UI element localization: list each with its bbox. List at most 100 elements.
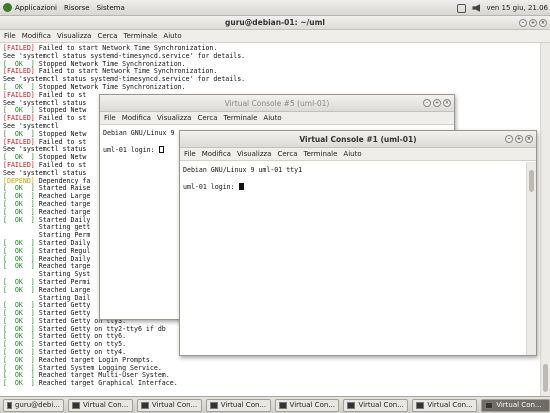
- terminal-line-text: See 'systemctl status: [3, 145, 87, 154]
- taskbar-item-label: Virtual Con...: [358, 401, 404, 409]
- console1-window[interactable]: Virtual Console #1 (uml-01) – + × File M…: [179, 130, 537, 356]
- console1-menubar: File Modifica Visualizza Cerca Terminale…: [180, 148, 536, 161]
- status-tag: [ OK ]: [3, 379, 35, 388]
- status-tag: [ OK ]: [3, 82, 35, 91]
- status-tag: [ OK ]: [3, 371, 35, 380]
- terminal-line-text: Stopped Network Time Synchronization.: [34, 82, 186, 91]
- terminal-icon: [209, 401, 218, 409]
- menu-sistema[interactable]: Sistema: [97, 4, 125, 12]
- terminal-line-text: Failed to st: [34, 160, 87, 169]
- status-tag: [FAILED]: [3, 67, 35, 76]
- console1-titlebar[interactable]: Virtual Console #1 (uml-01) – + ×: [180, 131, 536, 148]
- maximize-icon[interactable]: +: [529, 19, 537, 27]
- terminal-line-text: Failed to st: [34, 90, 87, 99]
- volume-icon[interactable]: [472, 4, 481, 12]
- console1-scrollbar[interactable]: [526, 162, 536, 355]
- taskbar-item[interactable]: Virtual Con...: [343, 398, 409, 412]
- terminal-line-text: Starting Dail: [3, 293, 91, 302]
- menu-cerca[interactable]: Cerca: [277, 150, 297, 158]
- keyboard-icon[interactable]: [457, 3, 467, 13]
- status-tag: [ OK ]: [3, 199, 35, 208]
- status-tag: [ OK ]: [3, 153, 35, 162]
- menu-modifica[interactable]: Modifica: [22, 32, 51, 40]
- menu-file[interactable]: File: [4, 32, 16, 40]
- terminal-line-text: Failed to st: [34, 137, 87, 146]
- taskbar: guru@debi... Virtual Con... Virtual Con...…: [0, 396, 550, 413]
- terminal-line-text: Starting Syst: [3, 270, 91, 279]
- taskbar-item[interactable]: Virtual Con...: [67, 398, 133, 412]
- applications-logo-icon[interactable]: [3, 3, 12, 12]
- status-tag: [FAILED]: [3, 90, 35, 99]
- main-terminal-scrollbar[interactable]: [540, 43, 550, 396]
- menu-visualizza[interactable]: Visualizza: [237, 150, 271, 158]
- terminal-icon: [140, 401, 149, 409]
- status-tag: [ OK ]: [3, 340, 35, 349]
- status-tag: [ OK ]: [3, 207, 35, 216]
- minimize-icon[interactable]: –: [519, 19, 527, 27]
- menu-cerca[interactable]: Cerca: [197, 114, 217, 122]
- terminal-line-text: Reached Large: [34, 192, 91, 201]
- menu-terminale[interactable]: Terminale: [304, 150, 338, 158]
- status-tag: [ OK ]: [3, 285, 35, 294]
- taskbar-item[interactable]: Virtual Con...: [481, 398, 550, 412]
- status-tag: [ OK ]: [3, 254, 35, 263]
- taskbar-item[interactable]: Virtual Con...: [274, 398, 340, 412]
- taskbar-item[interactable]: Virtual Con...: [412, 398, 478, 412]
- terminal-line-text: See 'systemctl status: [3, 168, 87, 177]
- terminal-icon: [347, 401, 356, 409]
- menu-terminale[interactable]: Terminale: [124, 32, 158, 40]
- menu-aiuto[interactable]: Aiuto: [263, 114, 281, 122]
- clock[interactable]: ven 15 giu, 21.06: [486, 4, 548, 12]
- menu-cerca[interactable]: Cerca: [97, 32, 117, 40]
- close-icon[interactable]: ×: [443, 99, 451, 107]
- terminal-line-text: See 'systemctl status: [3, 98, 87, 107]
- main-terminal-scroll-thumb[interactable]: [543, 364, 548, 392]
- close-icon[interactable]: ×: [525, 135, 533, 143]
- menu-modifica[interactable]: Modifica: [122, 114, 151, 122]
- menu-file[interactable]: File: [104, 114, 116, 122]
- console5-titlebar[interactable]: Virtual Console #5 (uml-01) – + ×: [100, 95, 454, 112]
- terminal-line-text: Starting Perm: [3, 231, 91, 240]
- taskbar-item-label: Virtual Con...: [427, 401, 473, 409]
- terminal-icon: [485, 401, 494, 409]
- status-tag: [ OK ]: [3, 262, 35, 271]
- minimize-icon[interactable]: –: [505, 135, 513, 143]
- console5-menubar: File Modifica Visualizza Cerca Terminale…: [100, 112, 454, 125]
- main-terminal-titlebar[interactable]: guru@debian-01: ~/uml – + ×: [0, 16, 550, 30]
- menu-visualizza[interactable]: Visualizza: [157, 114, 191, 122]
- status-tag: [ OK ]: [3, 129, 35, 138]
- status-tag: [FAILED]: [3, 114, 35, 123]
- minimize-icon[interactable]: –: [423, 99, 431, 107]
- terminal-icon: [71, 401, 80, 409]
- menu-aiuto[interactable]: Aiuto: [343, 150, 361, 158]
- menu-aiuto[interactable]: Aiuto: [163, 32, 181, 40]
- menu-terminale[interactable]: Terminale: [224, 114, 258, 122]
- terminal-line-text: Reached target Graphical Interface.: [34, 379, 178, 388]
- terminal-line-text: Reached targe: [34, 262, 91, 271]
- terminal-line-text: Started System Logging Service.: [34, 363, 162, 372]
- menu-visualizza[interactable]: Visualizza: [57, 32, 91, 40]
- taskbar-item[interactable]: Virtual Con...: [136, 398, 202, 412]
- console1-output[interactable]: Debian GNU/Linux 9 uml-01 tty1 uml-01 lo…: [180, 161, 536, 194]
- menu-modifica[interactable]: Modifica: [202, 150, 231, 158]
- taskbar-item-label: Virtual Con...: [289, 401, 335, 409]
- menu-file[interactable]: File: [184, 150, 196, 158]
- console1-scroll-thumb[interactable]: [529, 170, 534, 192]
- taskbar-item[interactable]: guru@debi...: [3, 398, 64, 412]
- menu-risorse[interactable]: Risorse: [64, 4, 90, 12]
- terminal-line-text: Reached targe: [34, 207, 91, 216]
- status-tag: [ OK ]: [3, 316, 35, 325]
- maximize-icon[interactable]: +: [515, 135, 523, 143]
- taskbar-item[interactable]: Virtual Con...: [205, 398, 271, 412]
- status-tag: [FAILED]: [3, 160, 35, 169]
- console5-login-prompt: uml-01 login:: [103, 145, 159, 154]
- close-icon[interactable]: ×: [539, 19, 547, 27]
- panel-menu: Applicazioni Risorse Sistema: [0, 3, 132, 12]
- status-tag: [ OK ]: [3, 355, 35, 364]
- status-tag: [ OK ]: [3, 309, 35, 318]
- menu-applicazioni[interactable]: Applicazioni: [15, 4, 57, 12]
- status-tag: [ OK ]: [3, 215, 35, 224]
- maximize-icon[interactable]: +: [433, 99, 441, 107]
- terminal-line-text: Failed to start Network Time Synchroniza…: [34, 44, 218, 52]
- status-tag: [DEPEND]: [3, 176, 35, 185]
